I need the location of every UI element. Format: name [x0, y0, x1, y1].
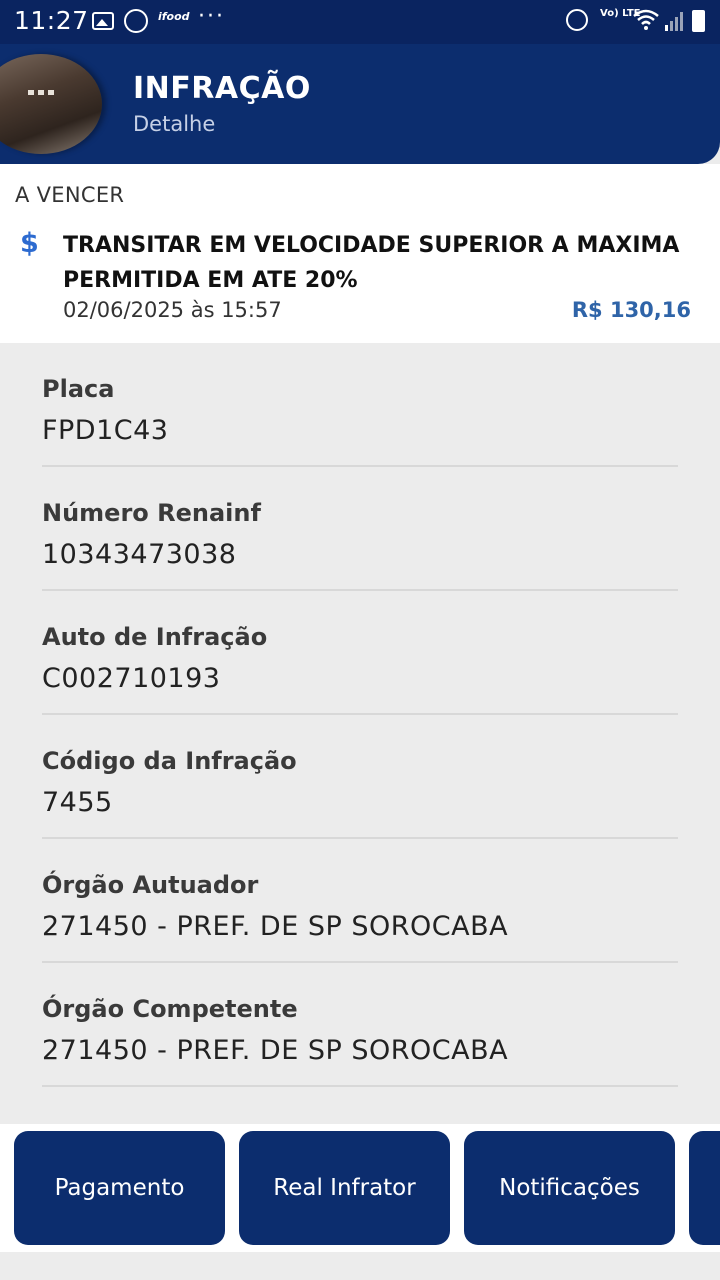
detail-label: Placa: [42, 375, 115, 403]
vehicle-photo[interactable]: [0, 54, 102, 154]
details-list: Placa FPD1C43 Número Renainf 10343473038…: [42, 343, 678, 1087]
detail-value: FPD1C43: [42, 415, 169, 446]
detail-orgao-competente: Órgão Competente 271450 - PREF. DE SP SO…: [42, 963, 678, 1087]
battery-icon: [692, 10, 705, 32]
whatsapp-icon: [124, 9, 148, 33]
payment-button[interactable]: Pagamento: [14, 1131, 225, 1245]
detail-renainf: Número Renainf 10343473038: [42, 467, 678, 591]
detail-orgao-autuador: Órgão Autuador 271450 - PREF. DE SP SORO…: [42, 839, 678, 963]
signal-icon: [664, 10, 686, 36]
detail-value: 10343473038: [42, 539, 237, 570]
ifood-icon: ifood: [158, 10, 190, 23]
detail-value: 271450 - PREF. DE SP SOROCABA: [42, 911, 509, 942]
alarm-icon: [566, 9, 588, 31]
detail-codigo-infracao: Código da Infração 7455: [42, 715, 678, 839]
detail-label: Órgão Autuador: [42, 871, 259, 899]
notifications-button[interactable]: Notificações: [464, 1131, 675, 1245]
detail-value: C002710193: [42, 663, 221, 694]
detail-plate: Placa FPD1C43: [42, 343, 678, 467]
detail-auto-infracao: Auto de Infração C002710193: [42, 591, 678, 715]
status-bar: 11:27 ifood ··· Vo) LTE: [0, 0, 720, 44]
more-actions-button[interactable]: [689, 1131, 720, 1245]
detail-label: Auto de Infração: [42, 623, 268, 651]
status-label: A VENCER: [15, 183, 125, 207]
dollar-icon: $: [20, 228, 39, 259]
infraction-amount: R$ 130,16: [571, 298, 691, 322]
page-title: INFRAÇÃO: [133, 71, 311, 106]
detail-label: Número Renainf: [42, 499, 261, 527]
detail-value: 271450 - PREF. DE SP SOROCABA: [42, 1035, 509, 1066]
real-offender-button[interactable]: Real Infrator: [239, 1131, 450, 1245]
detail-value: 7455: [42, 787, 113, 818]
infraction-title: TRANSITAR EM VELOCIDADE SUPERIOR A MAXIM…: [63, 233, 680, 293]
detail-label: Órgão Competente: [42, 995, 298, 1023]
page-subtitle: Detalhe: [133, 112, 216, 136]
status-time: 11:27: [14, 6, 89, 35]
action-bar: Pagamento Real Infrator Notificações: [0, 1124, 720, 1252]
detail-label: Código da Infração: [42, 747, 297, 775]
more-dots-icon: ···: [198, 4, 225, 29]
infraction-summary-card: A VENCER $ TRANSITAR EM VELOCIDADE SUPER…: [0, 164, 720, 343]
app-header: INFRAÇÃO Detalhe: [0, 44, 720, 164]
wifi-icon: [632, 8, 660, 36]
infraction-datetime: 02/06/2025 às 15:57: [63, 298, 282, 322]
gallery-icon: [92, 12, 114, 30]
